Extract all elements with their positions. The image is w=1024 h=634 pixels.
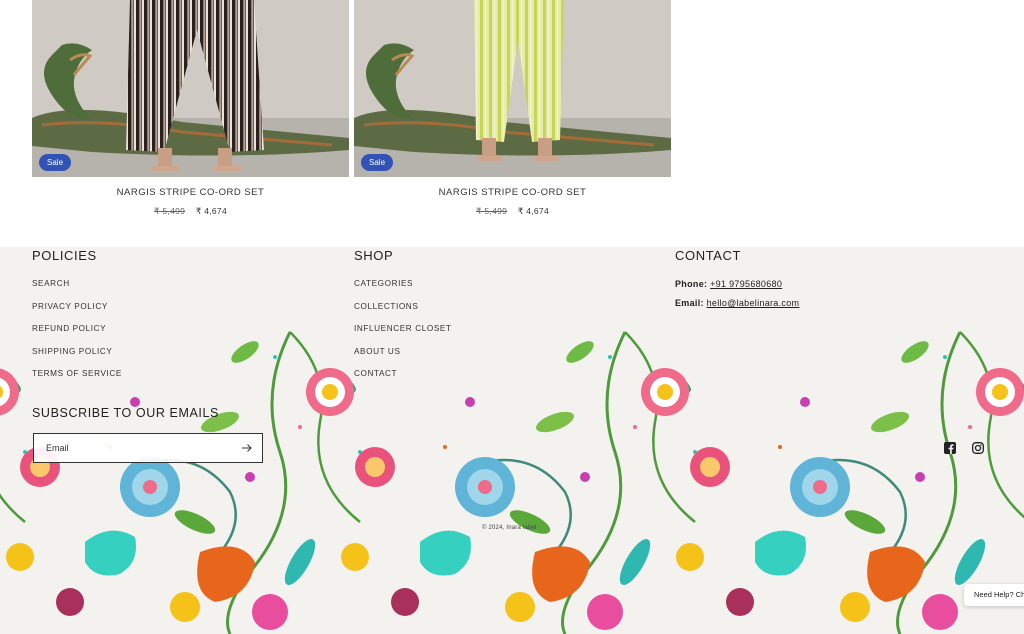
product-price: ₹ 5,499 ₹ 4,674 (32, 206, 349, 217)
site-footer: POLICIES SEARCH PRIVACY POLICY REFUND PO… (0, 247, 1024, 634)
newsletter-heading: SUBSCRIBE TO OUR EMAILS (32, 406, 219, 420)
product-price: ₹ 5,499 ₹ 4,674 (354, 206, 671, 217)
footer-link-shipping-policy[interactable]: SHIPPING POLICY (32, 347, 122, 370)
policies-links: SEARCH PRIVACY POLICY REFUND POLICY SHIP… (32, 279, 122, 392)
shop-column: SHOP CATEGORIES COLLECTIONS INFLUENCER C… (354, 247, 452, 392)
product-image[interactable]: Sale (354, 0, 671, 177)
contact-email: Email: hello@labelinara.com (675, 298, 800, 308)
help-chat-button[interactable]: Need Help? Ch (964, 584, 1024, 606)
product-card[interactable]: Sale NARGIS STRIPE CO-ORD SET ₹ 5,499 ₹ … (354, 0, 671, 217)
contact-details: Phone: +91 9795680680 Email: hello@label… (675, 279, 799, 317)
footer-link-collections[interactable]: COLLECTIONS (354, 302, 452, 325)
phone-link[interactable]: +91 9795680680 (710, 279, 782, 289)
phone-label: Phone (675, 279, 705, 289)
policies-column: POLICIES SEARCH PRIVACY POLICY REFUND PO… (32, 247, 122, 392)
contact-column: CONTACT Phone: +91 9795680680 Email: hel… (675, 247, 799, 317)
product-image[interactable]: Sale (32, 0, 349, 177)
compare-price: ₹ 5,499 (476, 206, 508, 216)
footer-link-about-us[interactable]: ABOUT US (354, 347, 452, 370)
footer-link-influencer-closet[interactable]: INFLUENCER CLOSET (354, 324, 452, 347)
sale-badge: Sale (361, 154, 394, 171)
compare-price: ₹ 5,499 (154, 206, 186, 216)
footer-link-refund-policy[interactable]: REFUND POLICY (32, 324, 122, 347)
shop-links: CATEGORIES COLLECTIONS INFLUENCER CLOSET… (354, 279, 452, 392)
contact-heading: CONTACT (675, 248, 742, 263)
sale-price: ₹ 4,674 (195, 206, 227, 216)
product-grid: Sale NARGIS STRIPE CO-ORD SET ₹ 5,499 ₹ … (32, 0, 672, 247)
product-title[interactable]: NARGIS STRIPE CO-ORD SET (354, 187, 671, 198)
email-placeholder: Email (46, 443, 69, 453)
arrow-right-icon[interactable] (241, 442, 253, 454)
copyright-text: © 2024, Inara label (482, 525, 537, 531)
shop-heading: SHOP (354, 248, 394, 263)
facebook-icon[interactable] (944, 442, 956, 454)
email-link[interactable]: hello@labelinara.com (707, 298, 800, 308)
email-label: Email (675, 298, 701, 308)
floral-background (0, 330, 1024, 634)
sale-price: ₹ 4,674 (517, 206, 549, 216)
product-title[interactable]: NARGIS STRIPE CO-ORD SET (32, 187, 349, 198)
footer-link-search[interactable]: SEARCH (32, 279, 122, 302)
contact-phone: Phone: +91 9795680680 (675, 279, 783, 289)
footer-link-terms-of-service[interactable]: TERMS OF SERVICE (32, 369, 122, 392)
policies-heading: POLICIES (32, 248, 97, 263)
footer-link-contact[interactable]: CONTACT (354, 369, 452, 392)
newsletter-email-input[interactable]: Email (33, 433, 263, 463)
product-card[interactable]: Sale NARGIS STRIPE CO-ORD SET ₹ 5,499 ₹ … (32, 0, 349, 217)
footer-link-categories[interactable]: CATEGORIES (354, 279, 452, 302)
sale-badge: Sale (39, 154, 72, 171)
instagram-icon[interactable] (972, 442, 984, 454)
footer-link-privacy-policy[interactable]: PRIVACY POLICY (32, 302, 122, 325)
